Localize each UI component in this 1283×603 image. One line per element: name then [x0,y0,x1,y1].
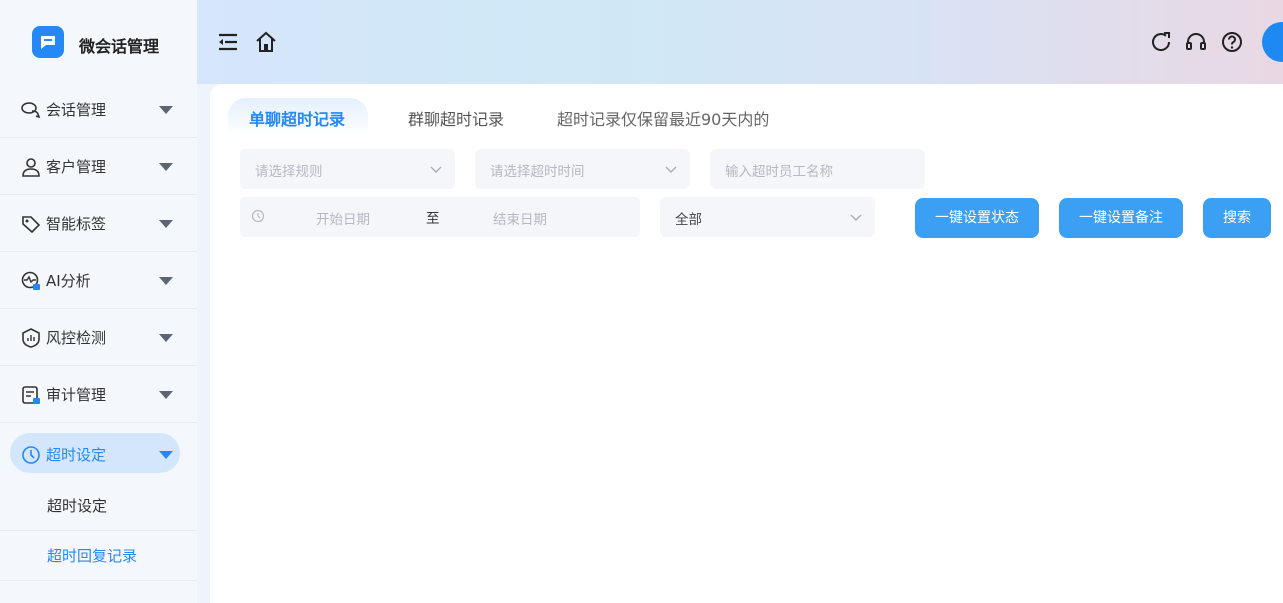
sidebar-item-risk-detection[interactable]: 风控检测 [0,310,197,366]
search-button[interactable]: 搜索 [1203,198,1271,238]
main-content: 单聊超时记录 群聊超时记录 超时记录仅保留最近90天内的 请选择规则 请选择超时… [210,84,1283,603]
menu-collapse-icon[interactable] [216,30,240,54]
chevron-down-icon [430,166,442,173]
sidebar: 微会话管理 会话管理 客户管理 智能标签 AI分析 风控检测 审计管理 超时设定… [0,0,197,603]
caret-down-icon [159,106,173,114]
sidebar-item-label: 超时设定 [46,446,107,464]
user-icon [22,158,40,177]
avatar[interactable] [1262,22,1283,62]
sidebar-item-label: 会话管理 [46,101,107,119]
rule-select[interactable]: 请选择规则 [240,149,455,189]
tab-group-chat-timeout[interactable]: 群聊超时记录 [408,106,504,130]
sidebar-item-smart-tags[interactable]: 智能标签 [0,196,197,252]
audit-icon [22,386,40,404]
employee-name-input[interactable]: 输入超时员工名称 [710,149,925,189]
sidebar-item-label: 智能标签 [46,215,107,233]
caret-down-icon [159,277,173,285]
timeout-select[interactable]: 请选择超时时间 [475,149,690,189]
submenu-item-timeout-settings[interactable]: 超时设定 [0,481,197,531]
sidebar-item-customer-management[interactable]: 客户管理 [0,139,197,195]
submenu-item-label: 超时设定 [47,497,108,515]
caret-down-icon [159,451,173,459]
caret-down-icon [159,163,173,171]
sidebar-item-label: 审计管理 [46,386,107,404]
app-title: 微会话管理 [79,37,160,56]
clock-icon [251,209,265,223]
app-logo-icon [32,26,64,58]
tab-label: 单聊超时记录 [249,110,346,129]
sidebar-item-audit-management[interactable]: 审计管理 [0,367,197,423]
timeout-select-placeholder: 请选择超时时间 [490,164,585,180]
clock-icon [22,446,40,464]
ai-analysis-icon [21,271,40,290]
caret-down-icon [159,220,173,228]
help-icon[interactable] [1220,30,1244,54]
chevron-down-icon [665,166,677,173]
sidebar-item-session-management[interactable]: 会话管理 [0,82,197,138]
sidebar-item-timeout-settings[interactable]: 超时设定 [0,427,197,483]
sidebar-item-label: 风控检测 [46,329,107,347]
home-icon[interactable] [254,30,278,54]
employee-name-placeholder: 输入超时员工名称 [725,164,833,180]
shield-icon [22,328,40,348]
start-date-input[interactable]: 开始日期 [316,208,370,228]
set-remark-button[interactable]: 一键设置备注 [1059,198,1183,238]
headset-icon[interactable] [1184,30,1208,54]
date-range-picker[interactable]: 开始日期 至 结束日期 [240,197,640,237]
end-date-input[interactable]: 结束日期 [493,208,547,228]
top-bar [197,0,1283,84]
submenu-item-timeout-reply-records[interactable]: 超时回复记录 [0,531,197,581]
tag-icon [22,216,41,234]
rule-select-placeholder: 请选择规则 [255,164,323,180]
submenu-item-label: 超时回复记录 [47,547,138,565]
status-select[interactable]: 全部 [660,197,875,237]
sidebar-item-label: AI分析 [46,272,91,290]
chevron-down-icon [850,214,862,221]
caret-down-icon [159,391,173,399]
caret-down-icon [159,334,173,342]
chat-bubbles-icon [21,102,41,119]
range-separator: 至 [426,211,440,227]
refresh-icon[interactable] [1149,30,1173,54]
status-select-value: 全部 [675,212,702,228]
sidebar-item-ai-analysis[interactable]: AI分析 [0,253,197,309]
set-status-button[interactable]: 一键设置状态 [915,198,1039,238]
tab-single-chat-timeout[interactable]: 单聊超时记录 [228,98,368,136]
sidebar-item-label: 客户管理 [46,158,107,176]
retention-note: 超时记录仅保留最近90天内的 [557,110,770,129]
